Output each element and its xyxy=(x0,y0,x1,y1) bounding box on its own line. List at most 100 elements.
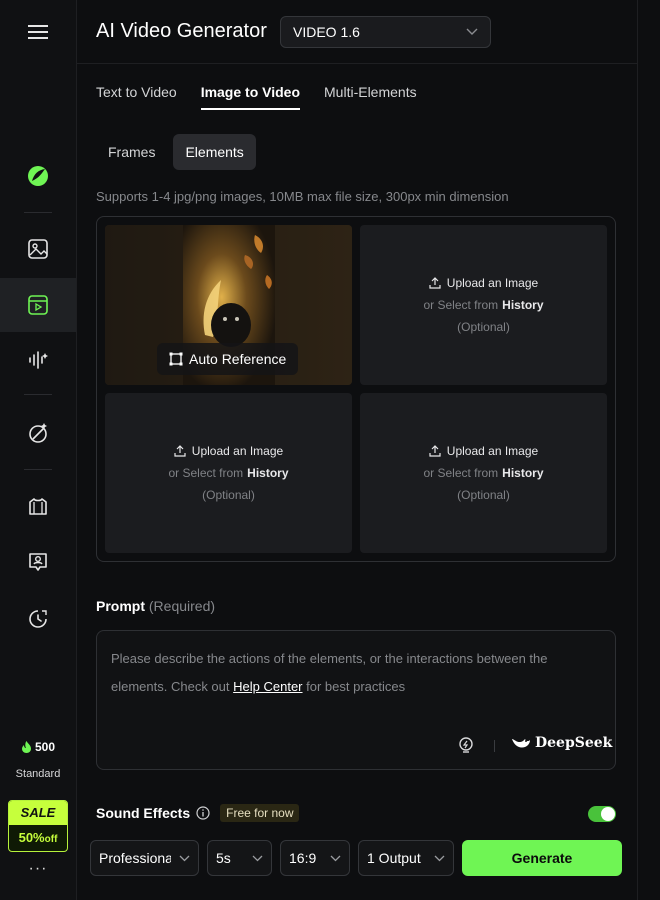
upload-icon xyxy=(429,445,441,457)
logo-icon xyxy=(28,166,48,186)
magic-wand-icon xyxy=(29,423,47,443)
sidebar-item-video[interactable] xyxy=(0,278,76,332)
chevron-down-icon xyxy=(252,855,263,861)
model-value: VIDEO 1.6 xyxy=(293,24,360,40)
upload-prompt: Upload an Image xyxy=(429,444,538,458)
sidebar-item-avatar[interactable] xyxy=(0,535,76,589)
upload-icon xyxy=(174,445,186,457)
chevron-down-icon xyxy=(434,855,445,861)
deepseek-label: DeepSeek xyxy=(535,735,613,751)
upload-slot-3[interactable]: Upload an Image or Select from History (O… xyxy=(105,393,352,553)
upload-label: Upload an Image xyxy=(446,444,539,458)
auto-reference-button[interactable]: Auto Reference xyxy=(157,343,299,375)
ratio-value: 16:9 xyxy=(289,850,317,866)
prompt-divider xyxy=(494,740,495,752)
aspect-ratio-select[interactable]: 16:9 xyxy=(280,840,350,876)
image-icon xyxy=(28,239,48,259)
select-prefix: or Select from xyxy=(168,466,244,480)
prompt-label: Prompt xyxy=(96,598,145,614)
flame-icon xyxy=(21,741,31,753)
history-link[interactable]: History xyxy=(247,466,288,480)
duration-select[interactable]: 5s xyxy=(207,840,272,876)
select-history: or Select from History xyxy=(423,298,543,312)
sound-effects-row: Sound Effects Free for now xyxy=(96,804,300,822)
prompt-heading: Prompt (Required) xyxy=(96,598,215,614)
sound-effects-toggle[interactable] xyxy=(588,806,616,822)
sidebar-item-audio[interactable] xyxy=(0,333,76,387)
mode-select[interactable]: Professional xyxy=(90,840,199,876)
optional-label: (Optional) xyxy=(457,488,510,502)
sidebar-item-image[interactable] xyxy=(0,222,76,276)
duration-value: 5s xyxy=(216,850,231,866)
upload-label: Upload an Image xyxy=(191,444,284,458)
sale-discount: 50%off xyxy=(9,825,67,851)
avatar-frame-icon xyxy=(29,553,47,571)
tab-text-to-video[interactable]: Text to Video xyxy=(96,84,177,110)
placeholder-tail: for best practices xyxy=(306,679,406,694)
subtab-elements[interactable]: Elements xyxy=(173,134,256,170)
select-history: or Select from History xyxy=(423,466,543,480)
upload-label: Upload an Image xyxy=(446,276,539,290)
tab-multi-elements[interactable]: Multi-Elements xyxy=(324,84,417,110)
prompt-tips-button[interactable] xyxy=(458,737,474,760)
history-link[interactable]: History xyxy=(502,298,543,312)
upload-prompt: Upload an Image xyxy=(429,276,538,290)
plan-tier: Standard xyxy=(15,768,61,780)
panel-edge xyxy=(637,0,638,900)
credits-count: 500 xyxy=(21,740,55,754)
sub-tabs: Frames Elements xyxy=(96,134,256,170)
more-button[interactable]: ··· xyxy=(0,860,76,878)
sidebar-divider xyxy=(24,212,52,213)
menu-icon xyxy=(28,25,48,39)
uploaded-image-slot[interactable]: Auto Reference xyxy=(105,225,352,385)
prompt-input[interactable]: Please describe the actions of the eleme… xyxy=(96,630,616,770)
select-history: or Select from History xyxy=(168,466,288,480)
sale-percent: 50% xyxy=(18,830,45,845)
credits-value: 500 xyxy=(34,740,56,754)
upload-requirements: Supports 1-4 jpg/png images, 10MB max fi… xyxy=(96,189,509,204)
history-clock-icon xyxy=(29,610,47,628)
sidebar-item-effects[interactable] xyxy=(0,406,76,460)
toggle-knob xyxy=(601,807,615,821)
sidebar-divider xyxy=(24,394,52,395)
mode-value: Professional xyxy=(99,850,171,866)
upload-slot-2[interactable]: Upload an Image or Select from History (O… xyxy=(360,225,607,385)
help-center-link[interactable]: Help Center xyxy=(233,679,302,694)
sale-label: SALE xyxy=(9,801,67,825)
upload-prompt: Upload an Image xyxy=(174,444,283,458)
sidebar-item-history[interactable] xyxy=(0,592,76,646)
model-select[interactable]: VIDEO 1.6 xyxy=(280,16,491,48)
shirt-icon xyxy=(29,498,47,515)
upload-grid: Auto Reference Upload an Image or Select… xyxy=(96,216,616,562)
deepseek-button[interactable]: DeepSeek xyxy=(511,735,612,751)
info-icon[interactable] xyxy=(196,806,210,820)
menu-button[interactable] xyxy=(0,5,76,59)
history-link[interactable]: History xyxy=(502,466,543,480)
sidebar-divider xyxy=(24,469,52,470)
prompt-placeholder: Please describe the actions of the eleme… xyxy=(111,645,591,701)
free-badge: Free for now xyxy=(220,804,300,822)
audio-wave-icon xyxy=(29,351,48,369)
sale-off: off xyxy=(44,834,58,845)
home-logo-button[interactable] xyxy=(0,149,76,203)
lightbulb-icon xyxy=(459,737,473,753)
optional-label: (Optional) xyxy=(457,320,510,334)
auto-reference-label: Auto Reference xyxy=(189,351,287,367)
tab-image-to-video[interactable]: Image to Video xyxy=(200,84,301,110)
output-count-select[interactable]: 1 Output xyxy=(358,840,454,876)
upload-slot-4[interactable]: Upload an Image or Select from History (O… xyxy=(360,393,607,553)
frame-corners-icon xyxy=(169,352,183,366)
deepseek-whale-icon xyxy=(512,739,530,748)
generate-button[interactable]: Generate xyxy=(462,840,622,876)
sale-badge[interactable]: SALE 50%off xyxy=(8,800,68,852)
chevron-down-icon xyxy=(330,855,341,861)
select-prefix: or Select from xyxy=(423,298,499,312)
optional-label: (Optional) xyxy=(202,488,255,502)
prompt-required: (Required) xyxy=(148,598,216,614)
sidebar-item-tryon[interactable] xyxy=(0,480,76,534)
page-title: AI Video Generator xyxy=(96,20,267,42)
subtab-frames[interactable]: Frames xyxy=(96,134,167,170)
outputs-value: 1 Output xyxy=(367,850,421,866)
credits-panel[interactable]: 500 Standard xyxy=(0,740,76,780)
chevron-down-icon xyxy=(179,855,190,861)
